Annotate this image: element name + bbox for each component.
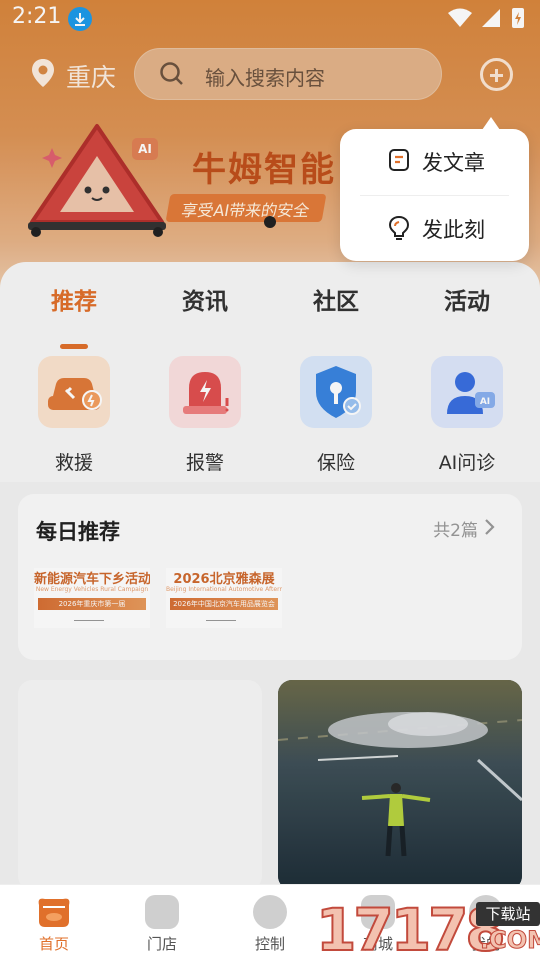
article-thumbnail[interactable]: 新能源汽车下乡活动 New Energy Vehicles Rural Camp… bbox=[34, 568, 150, 628]
location-label[interactable]: 重庆 bbox=[66, 58, 116, 94]
nav-store[interactable]: 门店 bbox=[108, 885, 216, 960]
nav-label: 控制 bbox=[254, 935, 285, 953]
publish-moment-item[interactable]: 发此刻 bbox=[340, 196, 529, 262]
banner-page-indicator bbox=[264, 216, 276, 228]
thumbnail-decoration bbox=[74, 620, 104, 621]
daily-recommend-card[interactable]: 每日推荐 共2篇 新能源汽车下乡活动 New Energy Vehicles R… bbox=[18, 494, 522, 660]
publish-article-item[interactable]: 发文章 bbox=[340, 129, 529, 195]
nav-home[interactable]: 首页 bbox=[0, 885, 108, 960]
quick-action-ai-consult[interactable]: AI AI问诊 bbox=[417, 354, 517, 474]
quick-action-label: 保险 bbox=[316, 452, 355, 474]
active-tab-indicator bbox=[60, 344, 88, 349]
svg-text:AI: AI bbox=[480, 397, 490, 407]
ai-consult-icon: AI bbox=[431, 356, 503, 428]
status-bar: 2:21 bbox=[0, 0, 540, 36]
tab-events[interactable]: 活动 bbox=[422, 282, 512, 316]
feed-card[interactable] bbox=[18, 680, 262, 890]
publish-article-label: 发文章 bbox=[422, 151, 485, 175]
download-icon bbox=[68, 7, 92, 31]
thumbnail-subtitle: Beijing International Automotive Afterma… bbox=[166, 586, 282, 593]
publish-moment-label: 发此刻 bbox=[422, 218, 485, 242]
site-watermark: 17178 下载站 .COM bbox=[315, 895, 540, 960]
lightbulb-icon bbox=[388, 215, 410, 240]
insurance-shield-icon bbox=[300, 356, 372, 428]
quick-action-label: 报警 bbox=[185, 452, 224, 474]
main-card: 推荐 资讯 社区 活动 救援 报警 保险 AI AI问诊 bbox=[0, 262, 540, 482]
thumbnail-decoration bbox=[206, 620, 236, 621]
search-icon bbox=[160, 62, 183, 85]
search-input[interactable]: 输入搜索内容 bbox=[134, 48, 442, 100]
control-icon bbox=[253, 895, 287, 929]
nav-label: 门店 bbox=[146, 935, 177, 953]
quick-action-rescue[interactable]: 救援 bbox=[24, 354, 124, 474]
feed-card-photo[interactable] bbox=[278, 680, 522, 890]
search-row: 重庆 输入搜索内容 bbox=[0, 46, 540, 102]
watermark-box: 下载站 bbox=[476, 902, 540, 926]
quick-action-alarm[interactable]: 报警 bbox=[155, 354, 255, 474]
thumbnail-bar: 2026年重庆市第一届 bbox=[38, 598, 146, 610]
daily-recommend-title: 每日推荐 bbox=[36, 520, 120, 544]
status-icons bbox=[448, 8, 524, 28]
thumbnail-bar: 2026年中国北京汽车用品展览会 bbox=[170, 598, 278, 610]
banner-title: 牛姆智能 bbox=[192, 150, 336, 190]
add-button[interactable] bbox=[480, 58, 513, 91]
banner-subtitle: 享受AI带来的安全 bbox=[165, 194, 327, 222]
article-icon bbox=[389, 149, 409, 171]
tab-news[interactable]: 资讯 bbox=[160, 282, 250, 316]
status-time: 2:21 bbox=[12, 4, 62, 29]
location-pin-icon[interactable] bbox=[30, 58, 56, 88]
traffic-police-photo bbox=[278, 680, 522, 890]
watermark-number: 17178 bbox=[315, 895, 507, 960]
quick-action-label: 救援 bbox=[54, 452, 93, 474]
watermark-suffix: .COM bbox=[479, 926, 540, 955]
search-placeholder: 输入搜索内容 bbox=[205, 66, 325, 90]
category-tabs: 推荐 资讯 社区 活动 bbox=[0, 282, 540, 349]
article-thumbnail[interactable]: 2026北京雅森展 Beijing International Automoti… bbox=[166, 568, 282, 628]
publish-popup-menu: 发文章 发此刻 bbox=[340, 117, 529, 262]
store-icon bbox=[145, 895, 179, 929]
quick-action-label: AI问诊 bbox=[438, 452, 496, 474]
tab-recommend[interactable]: 推荐 bbox=[29, 282, 119, 316]
warning-triangle-illustration bbox=[28, 124, 166, 237]
nav-label: 首页 bbox=[38, 935, 69, 953]
rescue-car-icon bbox=[38, 356, 110, 428]
article-count[interactable]: 共2篇 bbox=[433, 516, 478, 541]
quick-action-insurance[interactable]: 保险 bbox=[286, 354, 386, 474]
ai-tag: AI bbox=[132, 138, 158, 160]
home-icon bbox=[38, 898, 70, 927]
tab-community[interactable]: 社区 bbox=[291, 282, 381, 316]
thumbnail-subtitle: New Energy Vehicles Rural Campaign bbox=[35, 586, 149, 593]
thumbnail-title: 新能源汽车下乡活动 bbox=[34, 572, 150, 587]
quick-actions: 救援 报警 保险 AI AI问诊 bbox=[0, 354, 540, 474]
alarm-icon bbox=[169, 356, 241, 428]
thumbnail-title: 2026北京雅森展 bbox=[173, 572, 275, 587]
chevron-right-icon[interactable] bbox=[484, 518, 496, 536]
nav-control[interactable]: 控制 bbox=[216, 885, 324, 960]
